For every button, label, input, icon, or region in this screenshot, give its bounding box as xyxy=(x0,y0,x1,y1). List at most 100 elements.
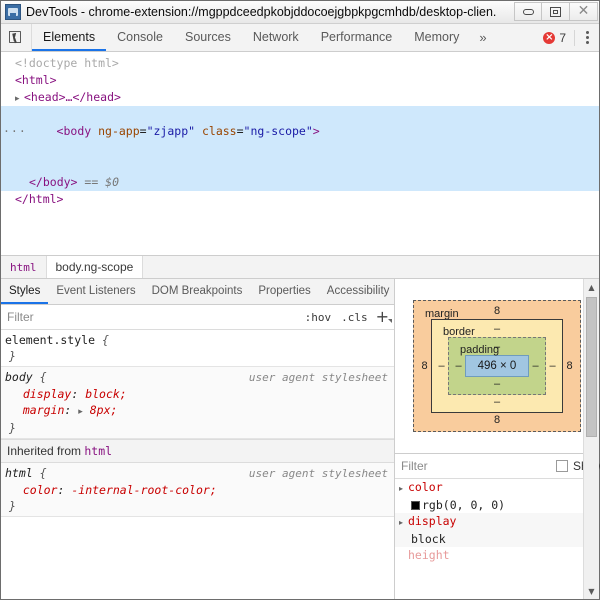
margin-left-value[interactable]: 8 xyxy=(418,360,431,372)
tab-console[interactable]: Console xyxy=(106,24,174,51)
hov-button[interactable]: :hov xyxy=(300,311,337,324)
computed-prop-height-name[interactable]: height xyxy=(395,547,599,563)
sidebar-tabs: Styles Event Listeners DOM Breakpoints P… xyxy=(1,279,394,305)
breadcrumb: html body.ng-scope xyxy=(1,256,599,279)
declaration-margin[interactable]: margin: ▸ 8px; xyxy=(5,402,394,420)
dom-line-head[interactable]: ▸<head>…</head> xyxy=(1,89,599,106)
toolbar-right-group: × 7 xyxy=(543,24,599,51)
margin-bottom-value[interactable]: 8 xyxy=(418,413,576,428)
devtools-toolbar: Elements Console Sources Network Perform… xyxy=(1,24,599,52)
scrollbar-thumb[interactable] xyxy=(586,297,597,437)
computed-prop-color-name[interactable]: ▸color xyxy=(395,479,599,497)
kebab-menu-icon[interactable] xyxy=(578,31,596,44)
computed-filter-bar: Show all xyxy=(395,454,599,479)
tab-sources[interactable]: Sources xyxy=(174,24,242,51)
dom-tree[interactable]: <!doctype html> <html> ▸<head>…</head> ·… xyxy=(1,52,599,256)
new-style-rule-button[interactable]: + xyxy=(373,310,394,324)
computed-filter-input[interactable] xyxy=(401,456,556,476)
dom-line-html-open[interactable]: <html> xyxy=(1,72,599,89)
tab-accessibility[interactable]: Accessibility xyxy=(319,279,394,304)
border-right-value[interactable]: – xyxy=(546,360,559,372)
breadcrumb-item-body[interactable]: body.ng-scope xyxy=(46,256,144,278)
close-button[interactable]: ✕ xyxy=(570,2,598,21)
inspect-element-icon xyxy=(9,31,23,45)
devtools-window: DevTools - chrome-extension://mgppdceedp… xyxy=(0,0,600,600)
tab-elements[interactable]: Elements xyxy=(32,24,106,51)
window-controls: ✕ xyxy=(514,2,598,21)
computed-styles-pane: Show all ▸color rgb(0, 0, 0) ▸display bl… xyxy=(395,454,599,599)
declaration-display[interactable]: display: block; xyxy=(5,386,394,402)
box-model-diagram[interactable]: margin 8 8 border – – xyxy=(395,279,599,454)
padding-bottom-value[interactable]: – xyxy=(452,377,542,392)
error-count: 7 xyxy=(559,31,566,45)
rule-body[interactable]: body { user agent stylesheet display: bl… xyxy=(1,367,394,439)
rule-html-inherited[interactable]: html { user agent stylesheet color: -int… xyxy=(1,463,394,517)
computed-prop-display-name[interactable]: ▸display xyxy=(395,513,599,531)
scroll-down-arrow[interactable]: ▼ xyxy=(584,583,599,599)
styles-rules-list: element.style { } body { user agent styl… xyxy=(1,330,394,599)
rule-close-brace: } xyxy=(9,499,16,513)
error-icon: × xyxy=(543,32,555,44)
box-model-content-size[interactable]: 496 × 0 xyxy=(465,355,529,377)
computed-properties-list[interactable]: ▸color rgb(0, 0, 0) ▸display block heigh… xyxy=(395,479,599,599)
minimize-icon xyxy=(523,9,534,15)
box-model-padding-label: padding xyxy=(460,343,499,358)
rule-origin: user agent stylesheet xyxy=(249,370,394,386)
border-top-value[interactable]: – xyxy=(494,323,500,335)
expand-color-arrow[interactable]: ▸ xyxy=(399,481,408,497)
rule-selector[interactable]: element.style xyxy=(5,332,95,348)
maximize-icon xyxy=(550,7,561,17)
dom-badge-dots[interactable]: ··· xyxy=(3,123,27,140)
padding-left-value[interactable]: – xyxy=(452,360,465,372)
declaration-color[interactable]: color: -internal-root-color; xyxy=(5,482,394,498)
scrollbar-track[interactable] xyxy=(584,295,599,583)
minimize-button[interactable] xyxy=(514,2,542,21)
tab-memory[interactable]: Memory xyxy=(403,24,470,51)
tab-styles[interactable]: Styles xyxy=(1,279,48,304)
rule-element-style[interactable]: element.style { } xyxy=(1,330,394,367)
border-bottom-value[interactable]: – xyxy=(435,395,559,410)
devtools-app-icon xyxy=(5,4,21,20)
margin-right-value[interactable]: 8 xyxy=(563,360,576,372)
dom-line-html-close[interactable]: </html> xyxy=(1,191,599,208)
rule-origin: user agent stylesheet xyxy=(249,466,394,482)
show-all-checkbox[interactable] xyxy=(556,460,568,472)
tab-event-listeners[interactable]: Event Listeners xyxy=(48,279,143,304)
rule-selector[interactable]: body xyxy=(5,369,33,385)
box-model-padding[interactable]: padding – – 496 × 0 – – xyxy=(448,337,546,395)
color-swatch[interactable] xyxy=(411,501,420,510)
more-tabs-icon[interactable]: » xyxy=(470,24,495,51)
tab-properties[interactable]: Properties xyxy=(250,279,318,304)
close-icon: ✕ xyxy=(577,6,590,17)
dom-line-body-close[interactable]: </body> == $0 xyxy=(1,174,599,191)
computed-scrollbar[interactable]: ▲ ▼ xyxy=(583,279,599,599)
error-badge[interactable]: × 7 xyxy=(543,30,575,46)
padding-right-value[interactable]: – xyxy=(529,360,542,372)
margin-top-value[interactable]: 8 xyxy=(494,305,500,317)
expand-display-arrow[interactable]: ▸ xyxy=(399,515,408,531)
tab-network[interactable]: Network xyxy=(242,24,310,51)
computed-prop-display-value: block xyxy=(395,531,599,547)
panel-tabs: Elements Console Sources Network Perform… xyxy=(32,24,543,51)
lower-split: Styles Event Listeners DOM Breakpoints P… xyxy=(1,279,599,599)
inspect-element-button[interactable] xyxy=(1,24,32,51)
box-model-border[interactable]: border – – padding – xyxy=(431,319,563,413)
styles-filter-input[interactable] xyxy=(7,307,300,327)
border-left-value[interactable]: – xyxy=(435,360,448,372)
maximize-button[interactable] xyxy=(542,2,570,21)
computed-pane-wrapper: margin 8 8 border – – xyxy=(395,279,599,599)
rule-selector[interactable]: html xyxy=(5,465,33,481)
dom-line-doctype: <!doctype html> xyxy=(1,55,599,72)
tab-dom-breakpoints[interactable]: DOM Breakpoints xyxy=(144,279,251,304)
scroll-up-arrow[interactable]: ▲ xyxy=(584,279,599,295)
box-model-margin[interactable]: margin 8 8 border – – xyxy=(413,300,581,432)
breadcrumb-item-html[interactable]: html xyxy=(1,256,46,278)
styles-pane: Styles Event Listeners DOM Breakpoints P… xyxy=(1,279,395,599)
tab-performance[interactable]: Performance xyxy=(310,24,404,51)
dom-line-body-open[interactable]: ···<body ng-app="zjapp" class="ng-scope"… xyxy=(1,106,599,123)
window-title: DevTools - chrome-extension://mgppdceedp… xyxy=(26,5,496,19)
expand-margin-arrow[interactable]: ▸ xyxy=(78,407,83,417)
cls-button[interactable]: .cls xyxy=(336,311,373,324)
styles-filter-bar: :hov .cls + xyxy=(1,305,394,330)
title-bar: DevTools - chrome-extension://mgppdceedp… xyxy=(1,1,599,24)
